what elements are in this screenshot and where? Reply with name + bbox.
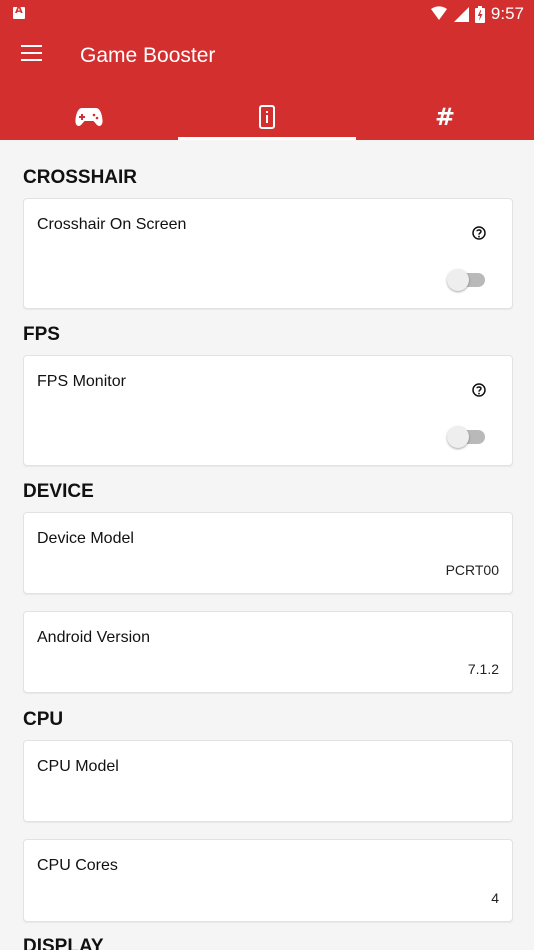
gamepad-icon [75,108,103,126]
signal-icon [453,6,469,22]
status-time: 9:57 [490,4,524,23]
cpu-cores-card: CPU Cores 4 [23,839,513,922]
section-title-cpu: CPU [23,709,64,730]
card-title: CPU Cores [37,857,118,874]
card-title: CPU Model [37,758,119,775]
fps-card: FPS Monitor [23,355,513,466]
crosshair-card: Crosshair On Screen [23,198,513,309]
device-info-icon [259,105,275,129]
fps-toggle[interactable] [447,424,485,448]
hamburger-menu-icon[interactable] [21,45,42,62]
help-icon[interactable] [472,226,486,240]
crosshair-toggle[interactable] [447,267,485,291]
section-title-crosshair: CROSSHAIR [23,167,138,188]
app-bar: Game Booster # [0,28,534,140]
notification-icon [13,5,25,19]
section-title-device: DEVICE [23,481,94,502]
card-value: 7.1.2 [467,661,499,677]
card-title: Crosshair On Screen [37,216,187,233]
wifi-icon [430,6,447,20]
tab-game[interactable] [0,94,178,140]
hash-icon: # [434,103,456,131]
tab-hash[interactable]: # [356,94,534,140]
help-icon[interactable] [472,383,486,397]
card-value: PCRT00 [445,562,499,578]
tab-bar: # [0,94,534,140]
tab-device-info[interactable] [178,94,356,140]
cpu-model-card: CPU Model [23,740,513,822]
device-model-card: Device Model PCRT00 [23,512,513,594]
section-title-fps: FPS [23,324,60,345]
app-title: Game Booster [80,44,216,67]
card-title: Device Model [37,530,134,547]
card-value: 4 [491,890,499,906]
battery-icon [474,5,485,23]
card-title: FPS Monitor [37,373,126,390]
section-title-display: DISPLAY [23,936,104,950]
status-bar: 9:57 [0,0,534,28]
main-content: CROSSHAIR Crosshair On Screen FPS FPS Mo… [0,140,534,950]
card-title: Android Version [37,629,150,646]
status-icons: 9:57 [430,3,524,25]
android-version-card: Android Version 7.1.2 [23,611,513,693]
